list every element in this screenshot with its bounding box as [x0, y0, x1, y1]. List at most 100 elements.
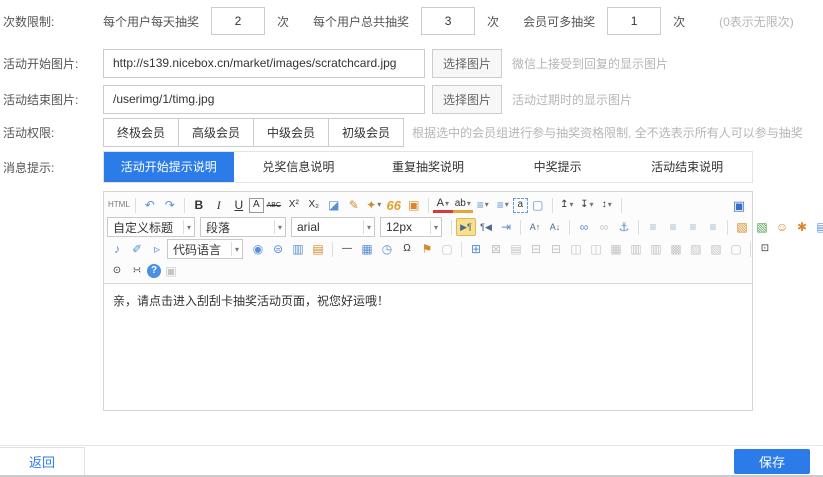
blockquote-icon[interactable]: 66 — [384, 196, 404, 214]
insert-media-icon[interactable]: ▹ — [147, 240, 167, 258]
char-border-icon[interactable]: A — [249, 198, 264, 213]
message-tabs: 活动开始提示说明兑奖信息说明重复抽奖说明中奖提示活动结束说明 — [103, 151, 753, 183]
indent-icon[interactable]: ⇥ — [496, 218, 516, 236]
align-justify-icon[interactable]: ≡ — [703, 218, 723, 236]
background-color-icon[interactable]: ab▾ — [453, 197, 473, 213]
scrawl-icon[interactable]: ✱ — [792, 218, 812, 236]
save-button[interactable]: 保存 — [734, 449, 810, 474]
paste-icon: ▣ — [161, 262, 181, 280]
member-extra-draw-count-input[interactable] — [607, 7, 661, 35]
clear-doc-icon[interactable]: ▢ — [528, 196, 548, 214]
line-height-icon[interactable]: ↕▾ — [597, 196, 617, 214]
insert-row-icon: ⊟ — [526, 240, 546, 258]
start-image-url-input[interactable] — [103, 49, 425, 78]
insert-image-icon[interactable]: ▧ — [732, 218, 752, 236]
strikethrough-icon[interactable]: ABC — [264, 196, 284, 214]
autotypeset-icon[interactable]: ✦▾ — [364, 196, 384, 214]
find-replace-icon[interactable]: ∺ — [127, 262, 147, 280]
choose-start-image-button[interactable]: 选择图片 — [432, 49, 502, 78]
format-brush-icon[interactable]: ✎ — [344, 196, 364, 214]
insert-time-icon[interactable]: ◷ — [377, 240, 397, 258]
link-icon[interactable]: ∞ — [574, 218, 594, 236]
align-center-icon[interactable]: ≡ — [663, 218, 683, 236]
custom-title-select[interactable]: 自定义标题▾ — [107, 217, 195, 237]
daily-draw-count-input[interactable] — [211, 7, 265, 35]
code-language-select[interactable]: 代码语言▾ — [167, 239, 243, 259]
anchor-icon[interactable]: ⚓ — [614, 218, 634, 236]
tab-activity-start-tip[interactable]: 活动开始提示说明 — [104, 152, 234, 182]
print-icon[interactable]: ⊡ — [755, 240, 775, 258]
page-break-icon[interactable]: ⊜ — [268, 240, 288, 258]
font-family-select[interactable]: arial▾ — [291, 217, 375, 237]
choose-end-image-button[interactable]: 选择图片 — [432, 85, 502, 114]
align-right-icon[interactable]: ≡ — [683, 218, 703, 236]
insert-video-icon[interactable]: ▤ — [812, 218, 823, 236]
member-group: 终极会员高级会员中级会员初级会员 — [103, 118, 404, 147]
toolbar-separator — [520, 220, 521, 235]
member-option-senior[interactable]: 高级会员 — [179, 118, 254, 147]
preview-icon[interactable]: ▣ — [729, 196, 749, 214]
member-option-ultimate[interactable]: 终极会员 — [103, 118, 179, 147]
select-all-icon[interactable]: a — [513, 198, 528, 213]
tab-repeat-draw[interactable]: 重复抽奖说明 — [363, 152, 493, 182]
paragraph-spacing-bottom-icon[interactable]: ↧▾ — [577, 196, 597, 214]
member-option-middle[interactable]: 中级会员 — [254, 118, 329, 147]
tab-activity-end[interactable]: 活动结束说明 — [622, 152, 752, 182]
tab-win-tip[interactable]: 中奖提示 — [493, 152, 623, 182]
italic-icon[interactable]: I — [209, 196, 229, 214]
remote-image-icon[interactable]: ▧ — [752, 218, 772, 236]
paragraph-format-select[interactable]: 段落▾ — [200, 217, 286, 237]
total-draw-count-input[interactable] — [421, 7, 475, 35]
insert-table-icon[interactable]: ⊞ — [466, 240, 486, 258]
select-value: 代码语言 — [173, 241, 221, 258]
font-size-select[interactable]: 12px▾ — [380, 217, 442, 237]
direction-rtl-icon[interactable]: ¶◀ — [476, 218, 496, 236]
help-icon[interactable]: ? — [147, 264, 161, 278]
snapshot-icon[interactable]: ▤ — [308, 240, 328, 258]
chevron-down-icon: ▾ — [274, 220, 282, 234]
count-field-label: 每个用户总共抽奖 — [313, 13, 409, 30]
insert-music-icon[interactable]: ♪ — [107, 240, 127, 258]
unordered-list-icon[interactable]: ≡▾ — [493, 196, 513, 214]
emoji-icon[interactable]: ☺ — [772, 218, 792, 236]
baidu-map-icon[interactable]: ⚑ — [417, 240, 437, 258]
paragraph-spacing-top-icon[interactable]: ↥▾ — [557, 196, 577, 214]
font-size-down-icon[interactable]: A↓ — [545, 218, 565, 236]
toolbar-separator — [184, 198, 185, 213]
ordered-list-icon[interactable]: ≡▾ — [473, 196, 493, 214]
count-field-suffix: 次 — [277, 13, 289, 30]
undo-icon[interactable]: ↶ — [140, 196, 160, 214]
horizontal-rule-icon[interactable]: — — [337, 240, 357, 258]
align-left-icon[interactable]: ≡ — [643, 218, 663, 236]
scratchcard-activity-settings-page: 次数限制: 每个用户每天抽奖次每个用户总共抽奖次会员可多抽奖次 (0表示无限次)… — [0, 7, 823, 411]
paste-text-icon[interactable]: ▣ — [404, 196, 424, 214]
redo-icon[interactable]: ↷ — [160, 196, 180, 214]
source-code-icon[interactable]: HTML — [107, 196, 131, 214]
editor-content[interactable]: 亲，请点击进入刮刮卡抽奖活动页面，祝您好运哦！ — [104, 284, 752, 410]
insert-date-icon[interactable]: ▦ — [357, 240, 377, 258]
back-button[interactable]: 返回 — [0, 447, 85, 476]
font-color-icon[interactable]: A▾ — [433, 197, 453, 213]
attachment-icon[interactable]: ✐ — [127, 240, 147, 258]
special-char-icon[interactable]: Ω — [397, 240, 417, 258]
end-image-url-input[interactable] — [103, 85, 425, 114]
member-option-junior[interactable]: 初级会员 — [329, 118, 404, 147]
insert-code-icon[interactable]: ◉ — [248, 240, 268, 258]
search-icon[interactable]: ⊙ — [107, 262, 127, 280]
eraser-icon[interactable]: ◪ — [324, 196, 344, 214]
table-title-icon: ▤ — [506, 240, 526, 258]
split-column-icon: ▧ — [706, 240, 726, 258]
activity-start-image-row: 活动开始图片: 选择图片 微信上接受到回复的显示图片 — [0, 48, 823, 78]
bold-icon[interactable]: B — [189, 196, 209, 214]
toolbar-separator — [428, 198, 429, 213]
select-value: 12px — [386, 220, 412, 234]
direction-ltr-icon[interactable]: ▶¶ — [456, 218, 476, 236]
underline-icon[interactable]: U — [229, 196, 249, 214]
superscript-icon[interactable]: X² — [284, 196, 304, 214]
template-icon[interactable]: ▥ — [288, 240, 308, 258]
count-limit-label: 次数限制: — [0, 13, 103, 30]
font-size-up-icon[interactable]: A↑ — [525, 218, 545, 236]
subscript-icon[interactable]: X₂ — [304, 196, 324, 214]
tab-redeem-info[interactable]: 兑奖信息说明 — [234, 152, 364, 182]
toolbar-row: HTML↶↷BIUAABCX²X₂◪✎✦▾66▣A▾ab▾≡▾≡▾a▢↥▾↧▾↕… — [107, 194, 749, 216]
